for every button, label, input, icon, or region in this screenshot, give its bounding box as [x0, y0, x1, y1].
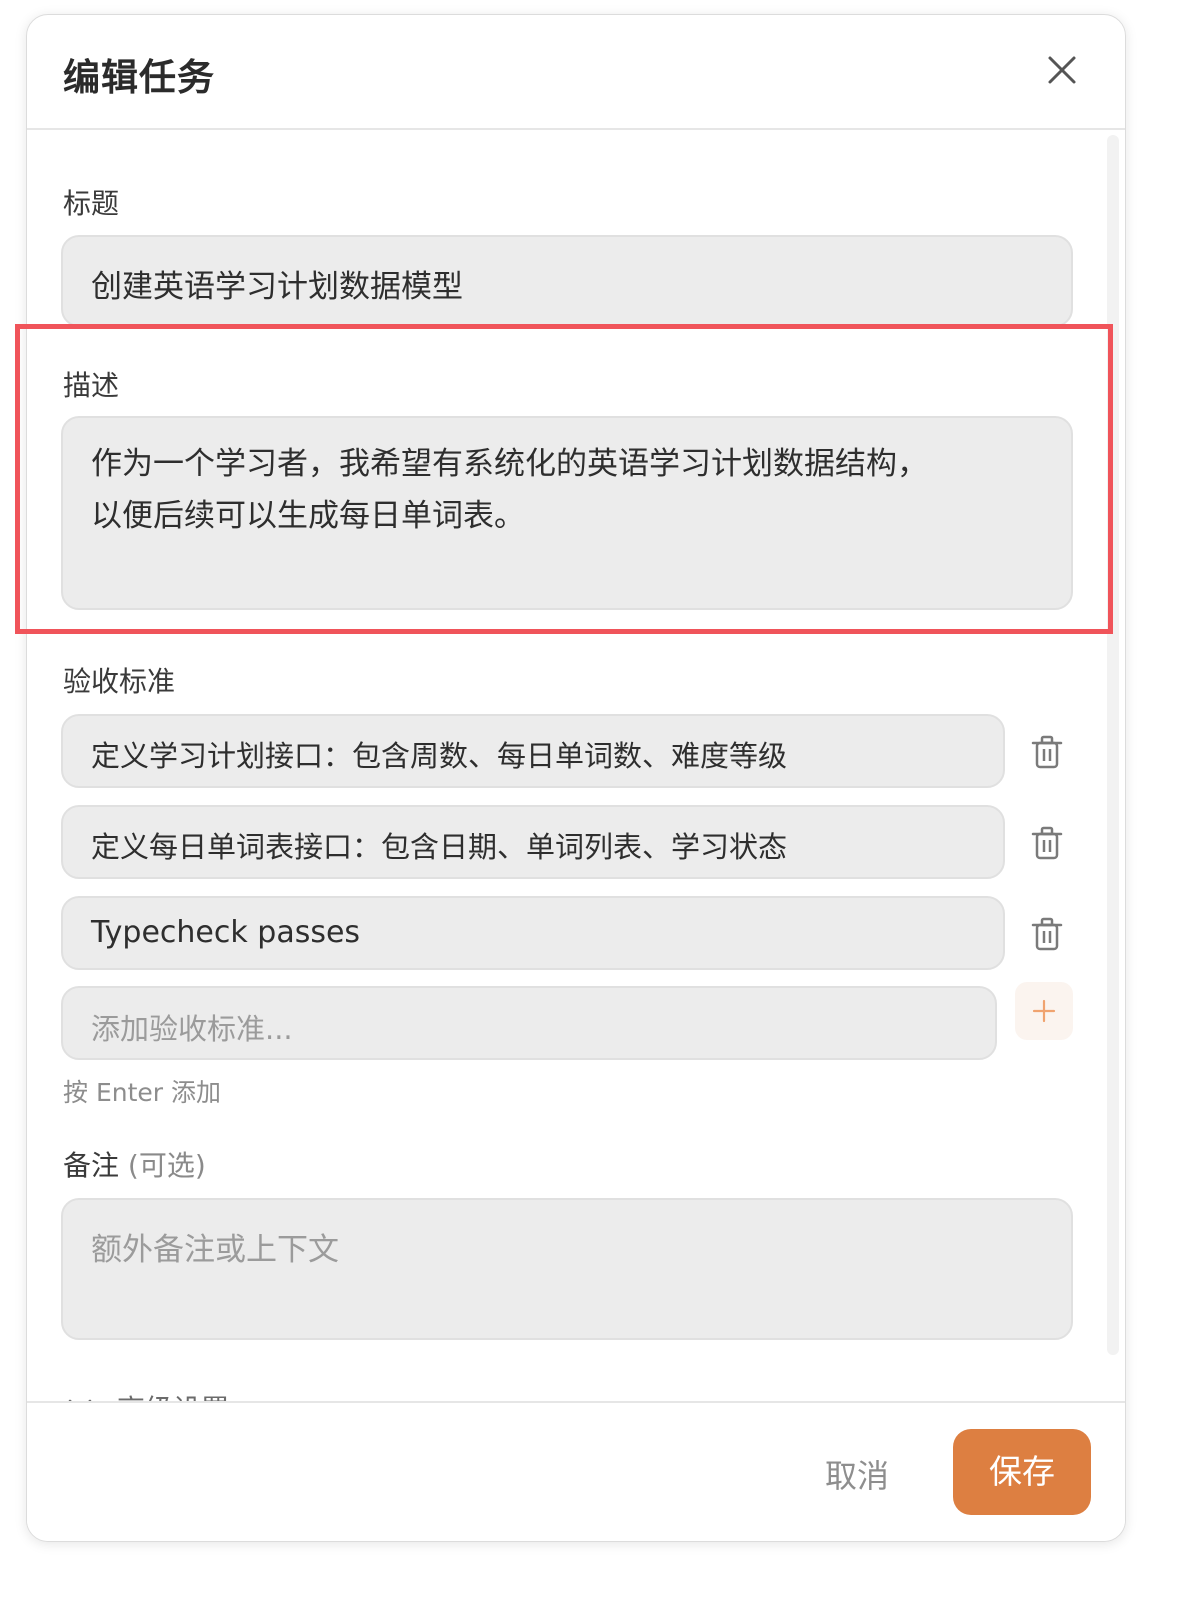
cancel-button[interactable]: 取消: [825, 1451, 889, 1497]
trash-icon: [1031, 735, 1063, 769]
description-line-2: 以便后续可以生成每日单词表。: [91, 498, 525, 534]
trash-icon: [1031, 826, 1063, 860]
description-label: 描述: [63, 369, 120, 402]
plus-icon: [1032, 999, 1056, 1023]
criteria-item-text: 定义学习计划接口：包含周数、每日单词数、难度等级: [91, 739, 788, 773]
dialog-content: 标题 创建英语学习计划数据模型 描述 作为一个学习者，我希望有系统化的英语学习计…: [27, 130, 1125, 1401]
save-button[interactable]: 保存: [953, 1429, 1091, 1515]
add-criteria-button[interactable]: [1015, 982, 1073, 1040]
dialog-header: 编辑任务: [27, 15, 1125, 130]
description-textarea[interactable]: 作为一个学习者，我希望有系统化的英语学习计划数据结构， 以便后续可以生成每日单词…: [61, 416, 1073, 610]
criteria-label: 验收标准: [63, 665, 176, 698]
criteria-hint: 按 Enter 添加: [63, 1078, 221, 1107]
criteria-item-2[interactable]: 定义每日单词表接口：包含日期、单词列表、学习状态: [61, 805, 1005, 879]
dialog-title: 编辑任务: [63, 56, 215, 99]
dialog-footer: 取消 保存: [27, 1401, 1125, 1541]
criteria-item-text: Typecheck passes: [91, 915, 361, 950]
notes-optional-hint: (可选): [127, 1149, 206, 1182]
close-button[interactable]: [1047, 55, 1077, 85]
add-criteria-placeholder: 添加验收标准...: [91, 1012, 293, 1046]
add-criteria-input[interactable]: 添加验收标准...: [61, 986, 997, 1060]
title-input-value: 创建英语学习计划数据模型: [91, 269, 463, 305]
criteria-item-1[interactable]: 定义学习计划接口：包含周数、每日单词数、难度等级: [61, 714, 1005, 788]
notes-label-row: 备注 (可选): [63, 1144, 206, 1184]
notes-textarea[interactable]: 额外备注或上下文: [61, 1198, 1073, 1340]
advanced-settings-label: 高级设置: [117, 1388, 229, 1401]
close-icon: [1048, 56, 1076, 84]
delete-criteria-button-1[interactable]: [1031, 735, 1063, 769]
title-label: 标题: [63, 187, 120, 220]
delete-criteria-button-2[interactable]: [1031, 826, 1063, 860]
criteria-item-3[interactable]: Typecheck passes: [61, 896, 1005, 970]
criteria-item-text: 定义每日单词表接口：包含日期、单词列表、学习状态: [91, 830, 788, 864]
trash-icon: [1031, 917, 1063, 951]
description-line-1: 作为一个学习者，我希望有系统化的英语学习计划数据结构，: [91, 446, 928, 482]
notes-label: 备注: [63, 1149, 120, 1182]
edit-task-dialog: 编辑任务 标题 创建英语学习计划数据模型 描述 作为一个学习者，我希望有系统化的…: [26, 14, 1126, 1542]
scrollbar[interactable]: [1107, 135, 1119, 1355]
delete-criteria-button-3[interactable]: [1031, 917, 1063, 951]
notes-placeholder: 额外备注或上下文: [91, 1232, 339, 1268]
title-input[interactable]: 创建英语学习计划数据模型: [61, 235, 1073, 327]
